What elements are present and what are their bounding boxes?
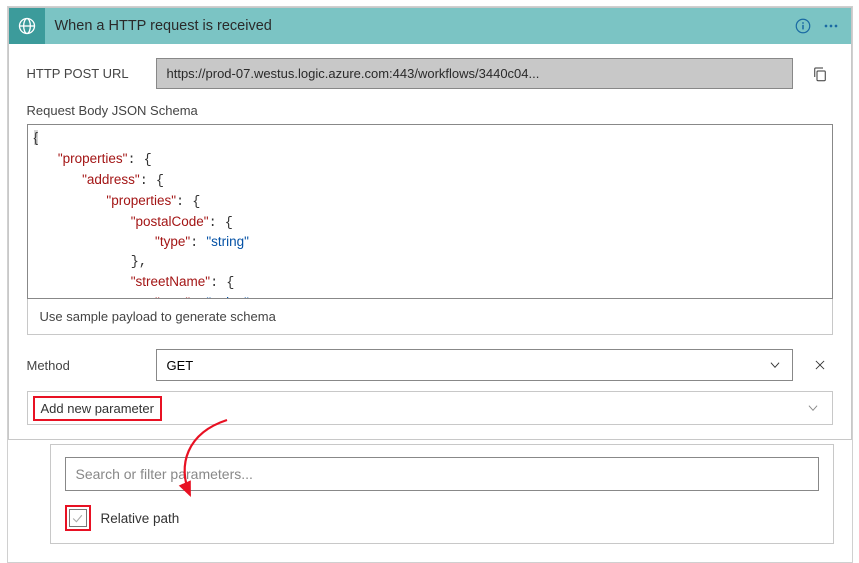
trigger-header: When a HTTP request is received xyxy=(9,8,851,44)
json-schema-editor[interactable]: { "properties": { "address": { "properti… xyxy=(27,124,833,299)
trigger-title: When a HTTP request is received xyxy=(45,18,793,34)
method-select[interactable]: GET xyxy=(156,349,793,381)
http-post-url: https://prod-07.westus.logic.azure.com:4… xyxy=(156,58,793,89)
method-value: GET xyxy=(167,358,194,373)
chevron-down-icon xyxy=(768,358,782,372)
add-new-parameter[interactable]: Add new parameter xyxy=(27,391,833,425)
chevron-down-icon xyxy=(806,401,820,415)
schema-label: Request Body JSON Schema xyxy=(27,103,833,118)
relative-path-checkbox[interactable] xyxy=(69,509,87,527)
more-icon[interactable] xyxy=(821,16,841,36)
parameter-search-input[interactable] xyxy=(65,457,819,491)
url-label: HTTP POST URL xyxy=(27,66,142,81)
parameter-dropdown-panel: Relative path xyxy=(50,444,834,544)
check-icon xyxy=(71,512,84,525)
clear-method-button[interactable] xyxy=(807,352,833,378)
relative-path-label: Relative path xyxy=(101,511,180,526)
method-label: Method xyxy=(27,358,142,373)
info-icon[interactable] xyxy=(793,16,813,36)
sample-payload-link[interactable]: Use sample payload to generate schema xyxy=(27,298,833,335)
add-param-label: Add new parameter xyxy=(33,396,162,421)
http-trigger-icon xyxy=(9,8,45,44)
copy-url-button[interactable] xyxy=(807,61,833,87)
